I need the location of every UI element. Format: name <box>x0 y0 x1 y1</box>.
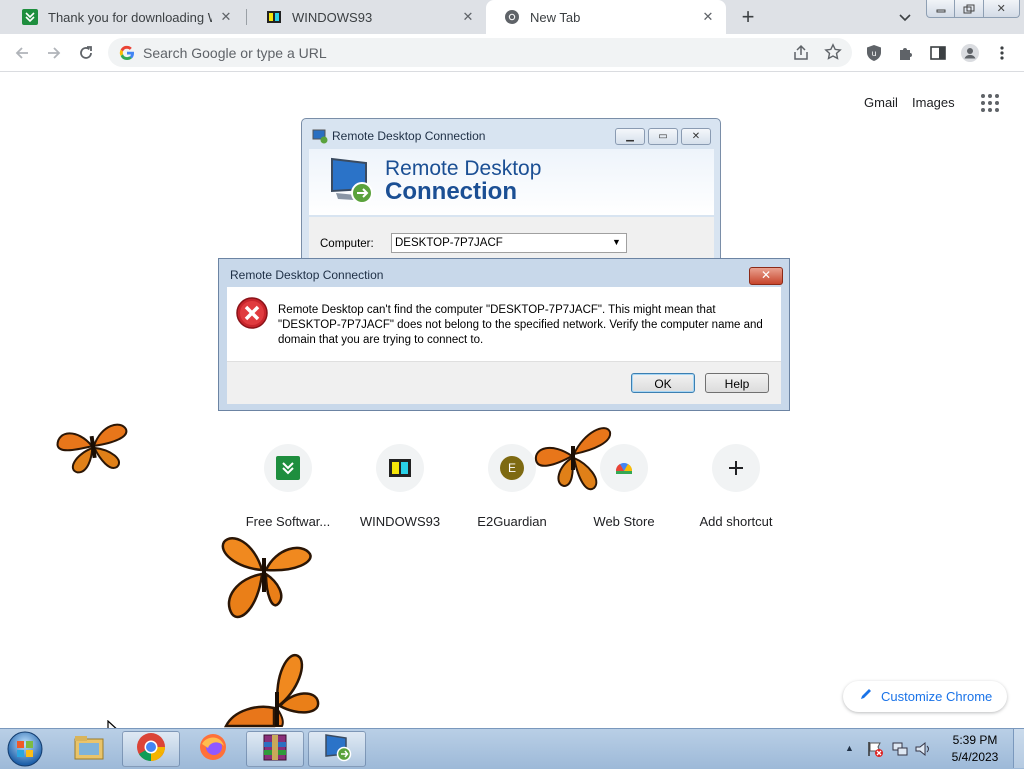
rdc-window-title: Remote Desktop Connection <box>332 129 486 143</box>
chrome-icon <box>504 9 520 25</box>
shortcut-windows93[interactable]: WINDOWS93 <box>344 444 456 529</box>
browser-toolbar: Search Google or type a URL u <box>0 34 1024 72</box>
taskbar-remote-desktop[interactable] <box>308 731 366 767</box>
close-window-icon[interactable]: ✕ <box>984 0 1019 17</box>
show-desktop-button[interactable] <box>1013 729 1024 768</box>
google-apps-grid-icon[interactable] <box>980 93 1000 113</box>
tab-title: New Tab <box>530 9 581 25</box>
tab-separator <box>246 9 247 25</box>
tab-windows93[interactable]: WINDOWS93 ✕ <box>248 0 486 34</box>
clock-date: 5/4/2023 <box>951 750 999 764</box>
close-dialog-button[interactable]: ✕ <box>749 267 783 285</box>
tab-title: WINDOWS93 <box>292 9 373 25</box>
shortcut-add[interactable]: Add shortcut <box>680 444 792 529</box>
taskbar: ▲ 5:39 PM 5/4/2023 <box>0 728 1024 769</box>
network-icon[interactable] <box>891 740 909 763</box>
images-link[interactable]: Images <box>912 95 955 110</box>
computer-value: DESKTOP-7P7JACF <box>395 237 503 249</box>
volume-icon[interactable] <box>914 740 932 763</box>
taskbar-chrome[interactable] <box>122 731 180 767</box>
pencil-icon <box>859 687 873 706</box>
maximize-icon[interactable]: ▭ <box>648 128 678 145</box>
butterfly-icon <box>221 537 312 619</box>
error-dialog-body: Remote Desktop can't find the computer "… <box>227 287 781 361</box>
error-dialog-footer: OK Help <box>227 361 781 404</box>
error-message: Remote Desktop can't find the computer "… <box>278 304 763 346</box>
address-bar[interactable]: Search Google or type a URL <box>108 38 852 67</box>
rdc-monitor-icon <box>326 155 376 210</box>
taskbar-firefox[interactable] <box>184 731 242 767</box>
windows93-icon <box>266 9 282 25</box>
remote-desktop-icon <box>322 732 352 767</box>
shortcut-label: E2Guardian <box>477 514 547 529</box>
error-x-icon <box>236 297 268 334</box>
gmail-link[interactable]: Gmail <box>864 95 898 110</box>
tab-new-tab[interactable]: New Tab ✕ <box>486 0 726 34</box>
back-arrow-icon[interactable] <box>8 39 36 67</box>
tab-winrar-download[interactable]: Thank you for downloading WinR ✕ <box>4 0 244 34</box>
error-dialog-title: Remote Desktop Connection <box>230 268 384 282</box>
ublock-shield-icon[interactable]: u <box>860 39 888 67</box>
customize-chrome-label: Customize Chrome <box>881 689 993 704</box>
letter-e-icon: E <box>488 444 536 492</box>
butterfly-icon <box>534 427 612 491</box>
close-tab-icon[interactable]: ✕ <box>700 9 716 25</box>
rdc-small-icon <box>312 128 328 149</box>
folder-icon <box>73 733 105 766</box>
dropdown-arrow-icon[interactable]: ▼ <box>612 237 621 247</box>
download-green-icon <box>22 9 38 25</box>
tab-title: Thank you for downloading WinR <box>48 9 212 25</box>
tab-strip: Thank you for downloading WinR ✕ WINDOWS… <box>0 0 1024 34</box>
chrome-icon <box>136 732 166 767</box>
plus-icon <box>712 444 760 492</box>
window-controls: ✕ <box>926 0 1020 18</box>
error-dialog: Remote Desktop Connection ✕ Remote Deskt… <box>218 258 790 411</box>
share-icon[interactable] <box>792 44 810 67</box>
customize-chrome-button[interactable]: Customize Chrome <box>843 681 1007 712</box>
close-tab-icon[interactable]: ✕ <box>218 9 234 25</box>
download-green-icon <box>264 444 312 492</box>
letter-e-avatar: E <box>500 456 524 480</box>
shortcut-label: WINDOWS93 <box>359 514 441 529</box>
shortcut-label: Add shortcut <box>699 514 773 529</box>
action-center-flag-icon[interactable] <box>866 740 884 763</box>
chrome-menu-icon[interactable] <box>988 39 1016 67</box>
close-window-icon[interactable]: ✕ <box>681 128 711 145</box>
minimize-icon[interactable] <box>927 0 956 17</box>
help-button[interactable]: Help <box>705 373 769 393</box>
new-tab-button[interactable]: + <box>738 6 758 28</box>
side-panel-icon[interactable] <box>924 39 952 67</box>
svg-text:u: u <box>871 49 876 58</box>
taskbar-clock[interactable]: 5:39 PM 5/4/2023 <box>940 732 1010 766</box>
shortcut-free-software[interactable]: Free Softwar... <box>232 444 344 529</box>
computer-label: Computer: <box>320 238 374 250</box>
butterfly-icon <box>56 423 128 474</box>
extensions-puzzle-icon[interactable] <box>892 39 920 67</box>
start-button[interactable] <box>5 730 45 768</box>
show-hidden-icons-icon[interactable]: ▲ <box>845 743 854 753</box>
close-tab-icon[interactable]: ✕ <box>460 9 476 25</box>
restore-icon[interactable] <box>955 0 984 17</box>
butterfly-icon <box>223 653 320 728</box>
ok-button[interactable]: OK <box>631 373 695 393</box>
windows93-icon <box>376 444 424 492</box>
shortcut-label: Free Softwar... <box>245 514 331 529</box>
computer-combobox[interactable]: DESKTOP-7P7JACF ▼ <box>391 233 627 253</box>
tab-search-chevron-icon[interactable] <box>896 8 914 26</box>
winrar-icon <box>261 732 289 767</box>
bookmark-star-icon[interactable] <box>824 43 842 66</box>
clock-time: 5:39 PM <box>952 733 998 747</box>
forward-arrow-icon[interactable] <box>40 39 68 67</box>
address-placeholder: Search Google or type a URL <box>143 44 327 61</box>
firefox-icon <box>198 732 228 767</box>
taskbar-explorer[interactable] <box>60 731 118 767</box>
reload-icon[interactable] <box>72 39 100 67</box>
rdc-banner-title-2: Connection <box>385 178 517 205</box>
minimize-icon[interactable]: ▁ <box>615 128 645 145</box>
shortcut-label: Web Store <box>593 514 655 529</box>
taskbar-winrar[interactable] <box>246 731 304 767</box>
profile-avatar-icon[interactable] <box>956 39 984 67</box>
rdc-window: Remote Desktop Connection ▁ ▭ ✕ Remote D… <box>301 118 721 278</box>
google-g-icon <box>119 45 135 61</box>
